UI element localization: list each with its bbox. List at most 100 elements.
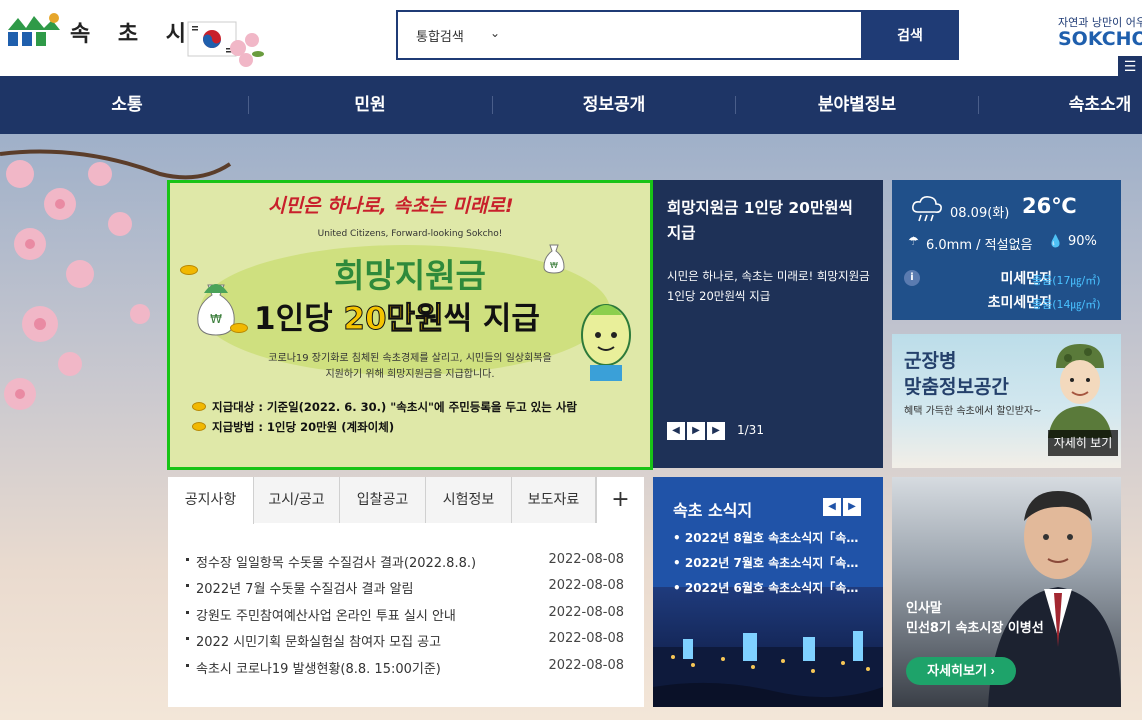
- search-input[interactable]: [513, 16, 853, 54]
- nav-item-communication[interactable]: 소통: [27, 76, 227, 134]
- fine-dust-value: 좋음(17㎍/㎥): [1032, 274, 1101, 287]
- notice-title: 2022 시민기획 문화실험실 참여자 모집 공고: [196, 635, 442, 650]
- slide-title[interactable]: 희망지원금 1인당 20만원씩 지급: [667, 196, 867, 246]
- newsletter-item-label: 2022년 7월호 속초소식지「속…: [684, 556, 859, 570]
- banner-description-line1: 코로나19 장기화로 침체된 속초경제를 살리고, 시민들의 일상회복을: [268, 353, 552, 364]
- bullet-icon: [186, 584, 189, 587]
- weather-humidity: 90%: [1068, 234, 1097, 249]
- mayor-greeting-label: 인사말: [906, 601, 942, 616]
- nav-item-information[interactable]: 정보공개: [514, 76, 714, 134]
- weather-precipitation: 6.0mm / 적설없음: [926, 238, 1033, 253]
- nav-item-field-info[interactable]: 분야별정보: [757, 76, 957, 134]
- menu-icon[interactable]: ☰: [1118, 56, 1142, 78]
- nav-divider: [492, 96, 493, 114]
- notice-list-item[interactable]: 강원도 주민참여예산사업 온라인 투표 실시 안내 2022-08-08: [186, 605, 626, 627]
- rain-cloud-icon: [912, 196, 942, 222]
- weather-temperature: 26℃: [1022, 194, 1077, 218]
- notice-board: 공지사항 고시/공고 입찰공고 시험정보 보도자료 + 정수장 일일항목 수돗물…: [168, 477, 644, 707]
- newsletter-item[interactable]: • 2022년 6월호 속초소식지「속…: [673, 579, 873, 596]
- notice-tabs: 공지사항 고시/공고 입찰공고 시험정보 보도자료 +: [168, 477, 644, 524]
- coin-icon: [230, 323, 248, 333]
- main-navigation: 소통 민원 정보공개 분야별정보 속초소개: [0, 76, 1142, 134]
- bullet-icon: [186, 558, 189, 561]
- slide-info-panel: 희망지원금 1인당 20만원씩 지급 시민은 하나로, 속초는 미래로! 희망지…: [653, 180, 883, 468]
- banner-title-pre: 1인당: [254, 301, 344, 337]
- banner-payment-method: 지급방법 : 1인당 20만원 (계좌이체): [212, 420, 395, 434]
- notice-list-item[interactable]: 2022 시민기획 문화실험실 참여자 모집 공고 2022-08-08: [186, 631, 626, 653]
- notice-list-item[interactable]: 정수장 일일항목 수돗물 수질검사 결과(2022.8.8.) 2022-08-0…: [186, 552, 626, 574]
- slide-next-button[interactable]: ▶: [707, 422, 725, 440]
- soldier-banner-title: 군장병: [904, 350, 957, 372]
- notice-title: 속초시 코로나19 발생현황(8.8. 15:00기준): [196, 662, 441, 677]
- weather-date: 08.09(화): [950, 206, 1010, 221]
- main-banner-slide[interactable]: 시민은 하나로, 속초는 미래로! United Citizens, Forwa…: [167, 180, 653, 470]
- site-logo[interactable]: 속 초 시: [6, 10, 186, 50]
- bullet-icon: [186, 611, 189, 614]
- soldier-info-banner[interactable]: 군장병 맞춤정보공간 혜택 가득한 속초에서 할인받자~ 자세히 보기: [892, 334, 1121, 468]
- banner-title: 희망지원금: [334, 256, 486, 295]
- site-header: 속 초 시 통합검색 ⌄ 검색 자연과 낭만이 어우러 SOKCHO ☰: [0, 0, 1142, 78]
- notice-list-item[interactable]: 2022년 7월 수돗물 수질검사 결과 알림 2022-08-08: [186, 578, 626, 600]
- soldier-illustration: [1048, 344, 1112, 438]
- coin-icon: [192, 422, 206, 431]
- tab-bids[interactable]: 입찰공고: [340, 477, 426, 523]
- info-icon[interactable]: i: [904, 270, 920, 286]
- mayor-name: 민선8기 속초시장 이병선: [906, 621, 1044, 636]
- banner-title-amount: 1인당 20만원씩 지급: [254, 293, 540, 338]
- notice-list-item[interactable]: 속초시 코로나19 발생현황(8.8. 15:00기준) 2022-08-08: [186, 658, 626, 680]
- nav-divider: [248, 96, 249, 114]
- newsletter-prev-button[interactable]: ◀: [823, 498, 841, 516]
- logo-text: 속 초 시: [70, 22, 197, 47]
- banner-description-line2: 지원하기 위해 희망지원금을 지급합니다.: [325, 369, 495, 380]
- soldier-banner-subtitle: 혜택 가득한 속초에서 할인받자~: [904, 406, 1042, 417]
- banner-slogan-en: United Citizens, Forward-looking Sokcho!: [317, 229, 503, 239]
- newsletter-next-button[interactable]: ▶: [843, 498, 861, 516]
- slide-description: 시민은 하나로, 속초는 미래로! 희망지원금 1인당 20만원씩 지급: [667, 269, 870, 303]
- svg-text:₩: ₩: [210, 312, 222, 326]
- notice-title: 강원도 주민참여예산사업 온라인 투표 실시 안내: [196, 609, 456, 624]
- weather-widget: 08.09(화) 26℃ ☂ 6.0mm / 적설없음 💧 90% i 미세먼지…: [892, 180, 1121, 320]
- slide-counter: 1/31: [737, 423, 764, 437]
- tab-exams[interactable]: 시험정보: [426, 477, 512, 523]
- notice-date: 2022-08-08: [548, 578, 624, 593]
- newsletter-item-label: 2022년 8월호 속초소식지「속…: [684, 531, 859, 545]
- slide-play-button[interactable]: ▶: [687, 422, 705, 440]
- sokcho-logo-icon: [8, 13, 60, 46]
- notice-date: 2022-08-08: [548, 631, 624, 646]
- taegukgi-flag-icon: [187, 21, 264, 67]
- nav-item-civil-service[interactable]: 민원: [270, 76, 470, 134]
- nav-item-about-sokcho[interactable]: 속초소개: [1000, 76, 1142, 134]
- tab-notices[interactable]: 공지사항: [168, 477, 254, 524]
- chevron-down-icon[interactable]: ⌄: [490, 26, 500, 40]
- banner-slogan: 시민은 하나로, 속초는 미래로!: [268, 195, 514, 217]
- city-night-photo: [653, 587, 883, 707]
- mayor-more-button[interactable]: 자세히보기 ›: [906, 657, 1016, 685]
- bullet-icon: [186, 637, 189, 640]
- bullet-icon: [186, 664, 189, 667]
- search-form: 통합검색 ⌄ 검색: [396, 10, 959, 60]
- tab-announcements[interactable]: 고시/공고: [254, 477, 340, 523]
- tab-press[interactable]: 보도자료: [512, 477, 596, 523]
- search-type-select[interactable]: 통합검색: [416, 26, 464, 45]
- newsletter-item[interactable]: • 2022년 8월호 속초소식지「속…: [673, 529, 873, 546]
- mayor-greeting: 인사말 민선8기 속초시장 이병선 자세히보기 ›: [892, 477, 1121, 707]
- newsletter-title: 속초 소식지: [673, 501, 753, 520]
- banner-title-highlight: 20만원: [343, 301, 444, 338]
- soldier-banner-title2: 맞춤정보공간: [904, 376, 1009, 398]
- notice-date: 2022-08-08: [548, 552, 624, 567]
- more-notices-plus-icon[interactable]: +: [596, 477, 644, 523]
- humidity-icon: 💧: [1048, 234, 1063, 248]
- notice-title: 2022년 7월 수돗물 수질검사 결과 알림: [196, 582, 414, 597]
- nav-divider: [735, 96, 736, 114]
- banner-title-post: 씩 지급: [443, 301, 540, 337]
- slide-prev-button[interactable]: ◀: [667, 422, 685, 440]
- nav-divider: [978, 96, 979, 114]
- notice-date: 2022-08-08: [548, 658, 624, 673]
- soldier-more-button[interactable]: 자세히 보기: [1048, 430, 1118, 456]
- coin-icon: [192, 402, 206, 411]
- city-name-en: SOKCHO: [1058, 28, 1142, 50]
- banner-eligibility: 지급대상 : 기준일(2022. 6. 30.) "속초시"에 주민등록을 두고…: [212, 400, 578, 414]
- newsletter-item[interactable]: • 2022년 7월호 속초소식지「속…: [673, 554, 873, 571]
- search-button[interactable]: 검색: [861, 10, 959, 60]
- notice-title: 정수장 일일항목 수돗물 수질검사 결과(2022.8.8.): [196, 556, 477, 571]
